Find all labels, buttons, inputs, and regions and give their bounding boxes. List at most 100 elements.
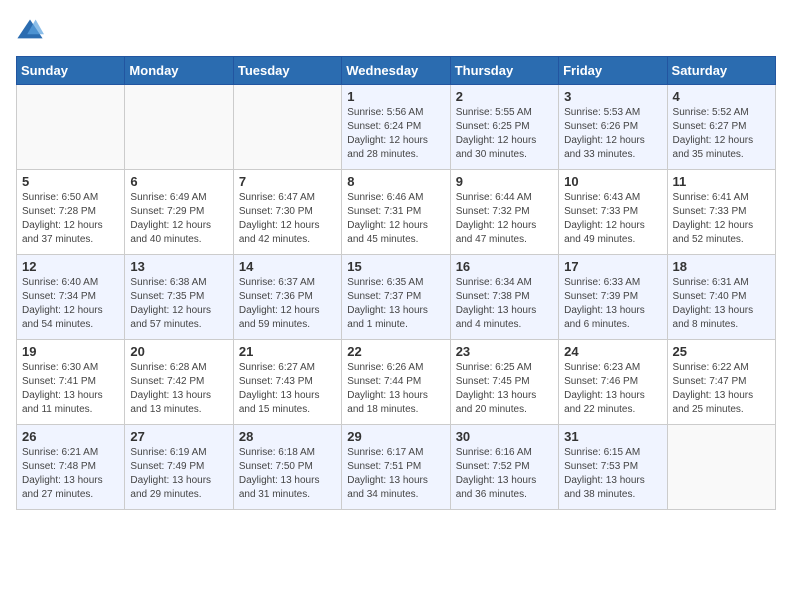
day-number: 5 [22, 174, 119, 189]
day-number: 23 [456, 344, 553, 359]
day-info: Sunrise: 6:43 AM Sunset: 7:33 PM Dayligh… [564, 191, 661, 247]
weekday-header-saturday: Saturday [667, 57, 775, 85]
logo [16, 16, 48, 44]
day-number: 29 [347, 429, 444, 444]
day-info: Sunrise: 6:18 AM Sunset: 7:50 PM Dayligh… [239, 446, 336, 502]
calendar-cell: 5 Sunrise: 6:50 AM Sunset: 7:28 PM Daylig… [17, 170, 125, 255]
day-number: 19 [22, 344, 119, 359]
calendar-cell: 21 Sunrise: 6:27 AM Sunset: 7:43 PM Dayli… [233, 340, 341, 425]
day-info: Sunrise: 5:56 AM Sunset: 6:24 PM Dayligh… [347, 106, 444, 162]
day-number: 9 [456, 174, 553, 189]
calendar-cell: 14 Sunrise: 6:37 AM Sunset: 7:36 PM Dayli… [233, 255, 341, 340]
calendar-cell: 2 Sunrise: 5:55 AM Sunset: 6:25 PM Daylig… [450, 85, 558, 170]
calendar-cell: 8Sunrise: 6:46 AM Sunset: 7:31 PM Daylig… [342, 170, 450, 255]
day-info: Sunrise: 5:55 AM Sunset: 6:25 PM Dayligh… [456, 106, 553, 162]
calendar-cell: 19 Sunrise: 6:30 AM Sunset: 7:41 PM Dayli… [17, 340, 125, 425]
calendar-cell: 29 Sunrise: 6:17 AM Sunset: 7:51 PM Dayli… [342, 425, 450, 510]
day-number: 15 [347, 259, 444, 274]
calendar-cell: 4Sunrise: 5:52 AM Sunset: 6:27 PM Daylig… [667, 85, 775, 170]
calendar-cell: 7 Sunrise: 6:47 AM Sunset: 7:30 PM Daylig… [233, 170, 341, 255]
calendar-cell: 15 Sunrise: 6:35 AM Sunset: 7:37 PM Dayli… [342, 255, 450, 340]
day-info: Sunrise: 6:33 AM Sunset: 7:39 PM Dayligh… [564, 276, 661, 332]
day-number: 24 [564, 344, 661, 359]
weekday-header-row: SundayMondayTuesdayWednesdayThursdayFrid… [17, 57, 776, 85]
calendar-cell: 3Sunrise: 5:53 AM Sunset: 6:26 PM Daylig… [559, 85, 667, 170]
calendar-week-row: 5 Sunrise: 6:50 AM Sunset: 7:28 PM Daylig… [17, 170, 776, 255]
calendar-cell: 31Sunrise: 6:15 AM Sunset: 7:53 PM Dayli… [559, 425, 667, 510]
day-info: Sunrise: 6:40 AM Sunset: 7:34 PM Dayligh… [22, 276, 119, 332]
day-info: Sunrise: 6:41 AM Sunset: 7:33 PM Dayligh… [673, 191, 770, 247]
day-info: Sunrise: 6:37 AM Sunset: 7:36 PM Dayligh… [239, 276, 336, 332]
day-number: 2 [456, 89, 553, 104]
calendar-cell: 18Sunrise: 6:31 AM Sunset: 7:40 PM Dayli… [667, 255, 775, 340]
day-info: Sunrise: 6:28 AM Sunset: 7:42 PM Dayligh… [130, 361, 227, 417]
day-number: 31 [564, 429, 661, 444]
calendar-cell: 20 Sunrise: 6:28 AM Sunset: 7:42 PM Dayli… [125, 340, 233, 425]
calendar-cell: 10 Sunrise: 6:43 AM Sunset: 7:33 PM Dayli… [559, 170, 667, 255]
day-number: 21 [239, 344, 336, 359]
day-number: 14 [239, 259, 336, 274]
day-info: Sunrise: 6:46 AM Sunset: 7:31 PM Dayligh… [347, 191, 444, 247]
day-number: 20 [130, 344, 227, 359]
day-info: Sunrise: 6:23 AM Sunset: 7:46 PM Dayligh… [564, 361, 661, 417]
calendar-cell: 12 Sunrise: 6:40 AM Sunset: 7:34 PM Dayli… [17, 255, 125, 340]
page-header [16, 16, 776, 44]
calendar-cell: 28 Sunrise: 6:18 AM Sunset: 7:50 PM Dayli… [233, 425, 341, 510]
weekday-header-monday: Monday [125, 57, 233, 85]
calendar-week-row: 19 Sunrise: 6:30 AM Sunset: 7:41 PM Dayli… [17, 340, 776, 425]
calendar-cell: 1 Sunrise: 5:56 AM Sunset: 6:24 PM Daylig… [342, 85, 450, 170]
day-number: 30 [456, 429, 553, 444]
weekday-header-thursday: Thursday [450, 57, 558, 85]
calendar-cell: 24 Sunrise: 6:23 AM Sunset: 7:46 PM Dayli… [559, 340, 667, 425]
day-number: 1 [347, 89, 444, 104]
day-info: Sunrise: 5:53 AM Sunset: 6:26 PM Dayligh… [564, 106, 661, 162]
day-number: 12 [22, 259, 119, 274]
day-number: 27 [130, 429, 227, 444]
day-number: 17 [564, 259, 661, 274]
calendar-cell: 23 Sunrise: 6:25 AM Sunset: 7:45 PM Dayli… [450, 340, 558, 425]
day-info: Sunrise: 6:31 AM Sunset: 7:40 PM Dayligh… [673, 276, 770, 332]
day-number: 7 [239, 174, 336, 189]
day-info: Sunrise: 6:49 AM Sunset: 7:29 PM Dayligh… [130, 191, 227, 247]
calendar-cell: 16Sunrise: 6:34 AM Sunset: 7:38 PM Dayli… [450, 255, 558, 340]
weekday-header-tuesday: Tuesday [233, 57, 341, 85]
calendar-cell: 17 Sunrise: 6:33 AM Sunset: 7:39 PM Dayli… [559, 255, 667, 340]
day-info: Sunrise: 6:47 AM Sunset: 7:30 PM Dayligh… [239, 191, 336, 247]
calendar-cell [17, 85, 125, 170]
day-number: 13 [130, 259, 227, 274]
day-number: 11 [673, 174, 770, 189]
day-info: Sunrise: 6:27 AM Sunset: 7:43 PM Dayligh… [239, 361, 336, 417]
day-info: Sunrise: 6:38 AM Sunset: 7:35 PM Dayligh… [130, 276, 227, 332]
day-number: 4 [673, 89, 770, 104]
day-number: 28 [239, 429, 336, 444]
weekday-header-friday: Friday [559, 57, 667, 85]
calendar-cell: 11 Sunrise: 6:41 AM Sunset: 7:33 PM Dayli… [667, 170, 775, 255]
calendar-table: SundayMondayTuesdayWednesdayThursdayFrid… [16, 56, 776, 510]
day-number: 25 [673, 344, 770, 359]
day-info: Sunrise: 6:22 AM Sunset: 7:47 PM Dayligh… [673, 361, 770, 417]
day-info: Sunrise: 6:44 AM Sunset: 7:32 PM Dayligh… [456, 191, 553, 247]
weekday-header-sunday: Sunday [17, 57, 125, 85]
logo-icon [16, 16, 44, 44]
day-info: Sunrise: 6:30 AM Sunset: 7:41 PM Dayligh… [22, 361, 119, 417]
calendar-cell: 6Sunrise: 6:49 AM Sunset: 7:29 PM Daylig… [125, 170, 233, 255]
day-info: Sunrise: 6:25 AM Sunset: 7:45 PM Dayligh… [456, 361, 553, 417]
weekday-header-wednesday: Wednesday [342, 57, 450, 85]
calendar-cell: 27Sunrise: 6:19 AM Sunset: 7:49 PM Dayli… [125, 425, 233, 510]
calendar-week-row: 26 Sunrise: 6:21 AM Sunset: 7:48 PM Dayli… [17, 425, 776, 510]
day-info: Sunrise: 6:50 AM Sunset: 7:28 PM Dayligh… [22, 191, 119, 247]
day-number: 26 [22, 429, 119, 444]
calendar-cell: 9 Sunrise: 6:44 AM Sunset: 7:32 PM Daylig… [450, 170, 558, 255]
calendar-cell: 13 Sunrise: 6:38 AM Sunset: 7:35 PM Dayli… [125, 255, 233, 340]
calendar-cell [125, 85, 233, 170]
calendar-cell: 22Sunrise: 6:26 AM Sunset: 7:44 PM Dayli… [342, 340, 450, 425]
calendar-cell: 30Sunrise: 6:16 AM Sunset: 7:52 PM Dayli… [450, 425, 558, 510]
day-info: Sunrise: 6:21 AM Sunset: 7:48 PM Dayligh… [22, 446, 119, 502]
day-info: Sunrise: 6:17 AM Sunset: 7:51 PM Dayligh… [347, 446, 444, 502]
day-number: 10 [564, 174, 661, 189]
calendar-week-row: 12 Sunrise: 6:40 AM Sunset: 7:34 PM Dayli… [17, 255, 776, 340]
calendar-cell: 25 Sunrise: 6:22 AM Sunset: 7:47 PM Dayli… [667, 340, 775, 425]
day-info: Sunrise: 6:35 AM Sunset: 7:37 PM Dayligh… [347, 276, 444, 332]
calendar-cell [667, 425, 775, 510]
day-info: Sunrise: 6:26 AM Sunset: 7:44 PM Dayligh… [347, 361, 444, 417]
